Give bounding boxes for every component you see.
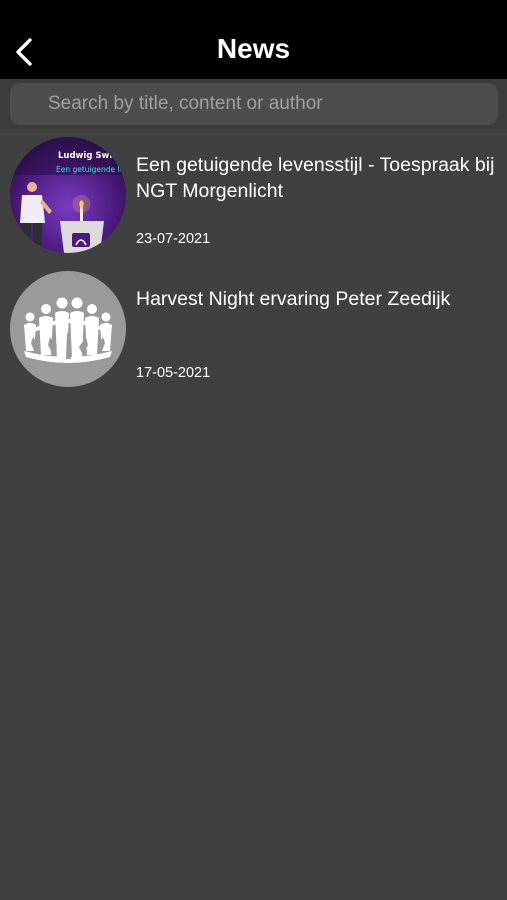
news-title: Een getuigende levensstijl - Toespraak b… (136, 154, 495, 202)
thumbnail-caption-1: Ludwig Swin (58, 151, 118, 161)
news-item[interactable]: Harvest Night ervaring Peter Zeedijk 17-… (0, 263, 507, 397)
page-title: News (216, 33, 291, 64)
search-input[interactable] (10, 83, 498, 125)
people-circle-icon (10, 271, 126, 387)
news-item[interactable]: Ludwig Swin Een getuigende leve Een getu… (0, 129, 507, 263)
news-date: 23-07-2021 (136, 231, 211, 247)
news-list: Ludwig Swin Een getuigende leve Een getu… (0, 129, 507, 397)
thumbnail-caption-2: Een getuigende leve (56, 165, 126, 174)
news-thumbnail: Ludwig Swin Een getuigende leve (10, 137, 126, 253)
navigation-bar: News (0, 0, 507, 79)
news-date: 17-05-2021 (136, 365, 211, 381)
news-title: Harvest Night ervaring Peter Zeedijk (136, 288, 451, 310)
